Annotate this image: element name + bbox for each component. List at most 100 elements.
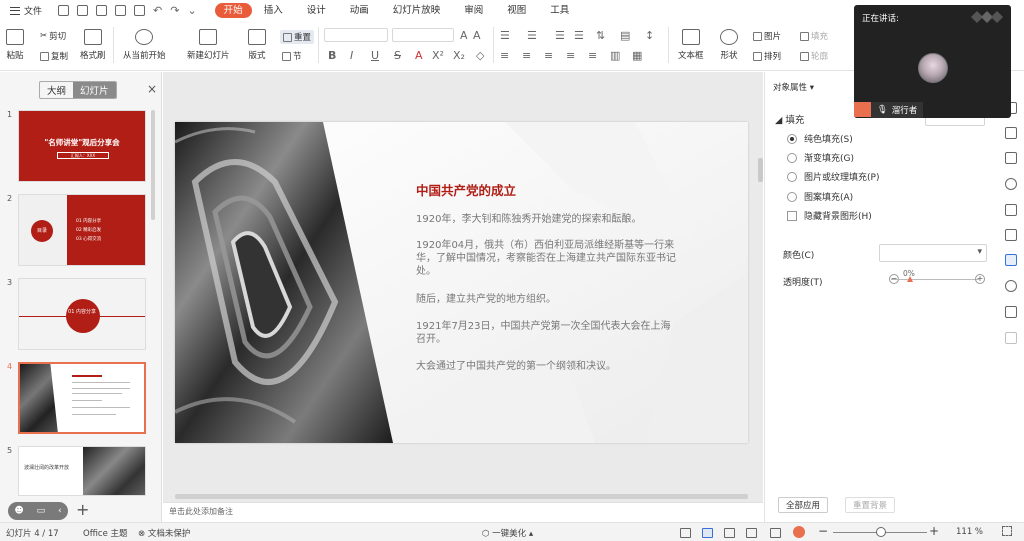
- current-slide[interactable]: 中国共产党的成立 1920年，李大钊和陈独秀开始建党的探索和酝酿。 1920年0…: [175, 122, 748, 443]
- tab-tools[interactable]: 工具: [538, 3, 581, 18]
- fill-button[interactable]: 填充: [800, 30, 828, 42]
- tab-home[interactable]: 开始: [214, 3, 252, 18]
- align-right-icon[interactable]: ≡: [544, 49, 553, 62]
- undo-icon[interactable]: ↶: [153, 5, 162, 16]
- gradient-fill-option[interactable]: 渐变填充(G): [787, 151, 854, 164]
- slide-paragraph[interactable]: 1920年04月，俄共（布）西伯利亚局派维经斯基等一行来华，了解中国情况，考察能…: [416, 239, 676, 278]
- image-icon[interactable]: [1005, 306, 1017, 318]
- slide-panel-scrollbar[interactable]: [151, 110, 155, 220]
- textbox-button[interactable]: 文本框: [678, 29, 704, 61]
- line-spacing-icon[interactable]: ↕: [645, 29, 654, 42]
- tab-slideshow[interactable]: 幻灯片放映: [381, 3, 453, 18]
- collapse-icon[interactable]: ‹: [58, 506, 62, 516]
- italic-icon[interactable]: I: [350, 49, 353, 62]
- align-text-icon[interactable]: ▤: [620, 29, 630, 42]
- decrease-font-icon[interactable]: A: [473, 29, 481, 42]
- font-color-icon[interactable]: A: [415, 49, 423, 62]
- save-icon[interactable]: [77, 5, 89, 16]
- reset-button[interactable]: 重置: [280, 30, 315, 44]
- tab-slides[interactable]: 幻灯片: [73, 82, 116, 98]
- decrease-indent-icon[interactable]: ☰: [555, 29, 565, 42]
- fit-window-icon[interactable]: [1002, 526, 1012, 536]
- new-slide-button[interactable]: 新建幻灯片: [187, 29, 230, 61]
- normal-view-icon[interactable]: [702, 528, 713, 538]
- add-slide-icon[interactable]: +: [76, 500, 89, 519]
- radio-button[interactable]: [787, 171, 797, 182]
- tab-view[interactable]: 视图: [495, 3, 538, 18]
- picture-fill-option[interactable]: 图片或纹理填充(P): [787, 170, 879, 183]
- history-icon[interactable]: [1005, 280, 1017, 292]
- align-center-icon[interactable]: ≡: [522, 49, 531, 62]
- canvas-horizontal-scrollbar[interactable]: [175, 494, 748, 499]
- projector-icon[interactable]: [770, 528, 781, 538]
- slide-paragraph[interactable]: 1920年，李大钊和陈独秀开始建党的探索和酝酿。: [416, 213, 676, 226]
- copy-shape-icon[interactable]: [1005, 127, 1017, 139]
- justify-icon[interactable]: ≡: [566, 49, 575, 62]
- slide-paragraph[interactable]: 1921年7月23日，中国共产党第一次全国代表大会在上海召开。: [416, 320, 676, 346]
- presenter-video-overlay[interactable]: 正在讲话: 🎙 溜行者: [854, 5, 1011, 118]
- notes-toggle-icon[interactable]: [680, 528, 691, 538]
- tab-outline[interactable]: 大纲: [40, 82, 73, 98]
- font-name-dropdown[interactable]: [324, 28, 388, 42]
- export-pdf-icon[interactable]: [96, 5, 108, 16]
- properties-icon[interactable]: [1005, 254, 1017, 266]
- picture-button[interactable]: 图片: [753, 30, 781, 42]
- notes-field[interactable]: 单击此处添加备注: [163, 502, 763, 522]
- align-left-icon[interactable]: ≡: [500, 49, 509, 62]
- pattern-fill-option[interactable]: 图案填充(A): [787, 190, 853, 203]
- slide-thumbnail-1[interactable]: "名师讲堂"观后分享会 汇报人：XXX: [18, 110, 146, 182]
- keyboard-icon[interactable]: ▭: [37, 506, 46, 516]
- radio-button[interactable]: [787, 152, 797, 163]
- layers-icon[interactable]: [1005, 204, 1017, 216]
- zoom-slider-handle[interactable]: [876, 527, 886, 537]
- transparency-slider[interactable]: [891, 279, 979, 280]
- strikethrough-icon[interactable]: S: [394, 49, 401, 62]
- close-panel-icon[interactable]: ×: [147, 82, 157, 96]
- font-size-dropdown[interactable]: [392, 28, 454, 42]
- slide-paragraph[interactable]: 随后，建立共产党的地方组织。: [416, 293, 676, 306]
- cut-button[interactable]: ✂ 剪切: [40, 30, 66, 42]
- numbered-list-icon[interactable]: ☰: [527, 29, 537, 42]
- zoom-level[interactable]: 111 %: [956, 527, 983, 537]
- slide-thumbnail-4[interactable]: [18, 362, 146, 434]
- cube-icon[interactable]: [1005, 332, 1017, 344]
- print-preview-icon[interactable]: [134, 5, 146, 16]
- print-icon[interactable]: [115, 5, 127, 16]
- copy-button[interactable]: 复制: [40, 50, 68, 62]
- fill-section-header[interactable]: ◢ 填充: [775, 112, 804, 126]
- tab-animation[interactable]: 动画: [338, 3, 381, 18]
- zoom-out-icon[interactable]: −: [818, 524, 828, 538]
- solid-fill-option[interactable]: 纯色填充(S): [787, 132, 853, 145]
- zoom-in-icon[interactable]: +: [929, 524, 939, 538]
- columns-icon[interactable]: ▥: [610, 49, 620, 62]
- outline-button[interactable]: 轮廓: [800, 50, 828, 62]
- radio-button[interactable]: [787, 133, 797, 144]
- customize-icon[interactable]: ⌄: [187, 5, 196, 16]
- beautify-button[interactable]: ⬡ 一键美化 ▴: [482, 527, 533, 539]
- checkbox[interactable]: [787, 210, 797, 221]
- superscript-icon[interactable]: X²: [432, 49, 444, 62]
- fill-bucket-icon[interactable]: [1005, 152, 1017, 164]
- layout-button[interactable]: 版式: [248, 29, 266, 61]
- slide-paragraph[interactable]: 大会通过了中国共产党的第一个纲领和决议。: [416, 360, 676, 373]
- underline-icon[interactable]: U: [371, 49, 379, 62]
- text-box-align-icon[interactable]: ▦: [632, 49, 642, 62]
- bullet-list-icon[interactable]: ☰: [500, 29, 510, 42]
- theme-name[interactable]: Office 主题: [83, 527, 128, 539]
- radio-button[interactable]: [787, 191, 797, 202]
- bold-icon[interactable]: B: [328, 49, 336, 62]
- clear-format-icon[interactable]: ◇: [476, 49, 484, 62]
- paste-button[interactable]: 粘贴: [6, 29, 24, 61]
- tab-design[interactable]: 设计: [295, 3, 338, 18]
- document-status[interactable]: ⊗ 文档未保护: [138, 527, 190, 539]
- star-icon[interactable]: [1005, 229, 1017, 241]
- increase-transparency-button[interactable]: +: [975, 274, 985, 284]
- reading-view-icon[interactable]: [746, 528, 757, 538]
- subscript-icon[interactable]: X₂: [453, 49, 465, 62]
- reset-background-button[interactable]: 重置背景: [845, 497, 896, 513]
- emoji-icon[interactable]: ☻: [14, 506, 23, 516]
- open-folder-icon[interactable]: [58, 5, 70, 16]
- text-direction-icon[interactable]: ⇅: [596, 29, 605, 42]
- apply-all-button[interactable]: 全部应用: [778, 497, 829, 513]
- slide-thumbnail-3[interactable]: 01 内容分享: [18, 278, 146, 350]
